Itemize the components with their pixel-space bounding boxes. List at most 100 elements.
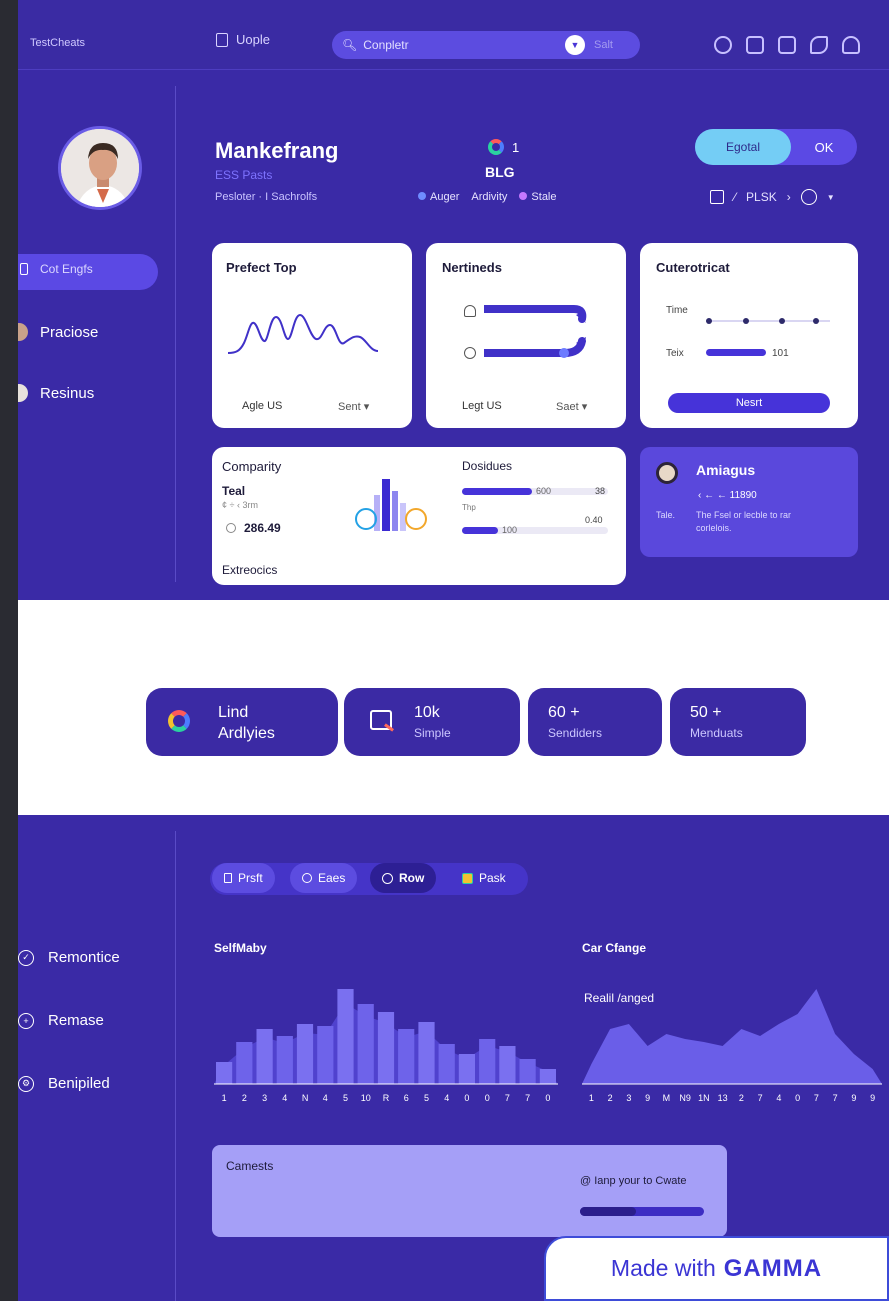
stat-card[interactable]: 60 + Sendiders (528, 688, 662, 756)
card-title: Comparity (222, 459, 282, 474)
tag-activity[interactable]: Ardivity (471, 191, 507, 203)
tag-stale[interactable]: Stale (519, 191, 557, 203)
dosidues-bar-1 (462, 488, 532, 495)
chevron-down-icon: ▾ (581, 401, 588, 413)
x-tick-label: 7 (814, 1093, 819, 1103)
x-tick-label: R (383, 1093, 390, 1103)
tag-list: Auger Ardivity Stale (418, 191, 557, 203)
chip-eaes[interactable]: Eaes (290, 863, 358, 893)
row-label-time: Time (666, 305, 688, 316)
stat-card[interactable]: Lind Ardlyies (146, 688, 338, 756)
breadcrumb-item[interactable]: PLSK (746, 190, 777, 204)
card-title: Amiagus (696, 462, 756, 478)
people-nav[interactable]: Uople (216, 32, 270, 47)
tag-label: Auger (430, 191, 460, 203)
building-icon[interactable] (710, 190, 724, 204)
card-nertineds[interactable]: Nertineds Legt US Saet ▾ (426, 243, 626, 428)
ring-icon (488, 139, 504, 155)
chip-prsft[interactable]: Prsft (212, 863, 275, 893)
card-subtitle: Teal (222, 484, 246, 498)
chip-row-active[interactable]: Row (370, 863, 437, 893)
card-text: The Fsel or lecble to rar (696, 510, 792, 520)
sidebar-item-benipiled[interactable]: ⚙ Benipiled (18, 1075, 110, 1092)
x-tick-label: 7 (525, 1093, 530, 1103)
chevron-down-icon[interactable]: ▼ (565, 35, 585, 55)
x-tick-label: 3 (262, 1093, 267, 1103)
chart-bar (418, 1022, 435, 1084)
x-tick-label: 0 (795, 1093, 800, 1103)
user-icon[interactable] (842, 36, 860, 54)
card-cuterotricat[interactable]: Cuterotricat Time Teix 101 Nesrt (640, 243, 858, 428)
card-subtitle: ‹ ← ← 11890 (698, 490, 757, 501)
chart-bar (256, 1029, 273, 1084)
x-tick-label: 4 (444, 1093, 449, 1103)
trend-arrows (484, 305, 587, 358)
card-footer-left: Agle US (242, 400, 283, 412)
x-tick-label: 2 (739, 1093, 744, 1103)
save-dropdown[interactable]: Saet ▾ (556, 400, 587, 413)
card-comparity[interactable]: Comparity Teal ¢ ÷ ‹ 3rm 286.49 Extreoci… (212, 447, 626, 585)
tag-auger[interactable]: Auger (418, 191, 459, 203)
chart-bar (276, 1036, 293, 1084)
toggle-option-egotal[interactable]: Egotal (695, 129, 791, 165)
card-label: Tale. (656, 510, 676, 520)
clock-menu-icon[interactable] (800, 189, 817, 205)
progress-card[interactable]: Camests @ Ianp your to Cwate (212, 1145, 727, 1237)
stat-card[interactable]: 50 + Menduats (670, 688, 806, 756)
x-tick-label: 7 (833, 1093, 838, 1103)
dosidues-value-2: 100 (502, 525, 518, 535)
x-tick-label: N (302, 1093, 309, 1103)
card-text-2: corlelois. (696, 523, 732, 533)
sidebar-item-remase[interactable]: + Remase (18, 1012, 104, 1029)
chip-label: Row (399, 871, 425, 885)
dosidues-right-2: 0.40 (585, 515, 603, 525)
card-title: Cuterotricat (656, 260, 730, 275)
search-input[interactable]: 🔍︎ Conpletr (342, 38, 409, 52)
sidebar-item-label: Remase (48, 1012, 104, 1029)
send-dropdown[interactable]: Sent ▾ (338, 400, 369, 413)
card-amiagus[interactable]: Amiagus ‹ ← ← 11890 Tale. The Fsel or le… (640, 447, 858, 557)
chip-label: Prsft (238, 871, 263, 885)
chevron-down-icon[interactable]: ▼ (827, 193, 835, 202)
check-circle-icon: ✓ (18, 949, 34, 966)
avatar[interactable] (58, 126, 142, 210)
profile-subtitle[interactable]: ESS Pasts (215, 168, 272, 182)
link-icon[interactable] (810, 36, 828, 54)
chip-pask[interactable]: Pask (450, 863, 518, 893)
stat-card[interactable]: 10k Simple (344, 688, 520, 756)
settings-icon[interactable] (714, 36, 732, 54)
x-tick-label: 7 (505, 1093, 510, 1103)
area-chart-car-change: 1 2 3 9 M N9 1N 13 2 7 4 0 7 7 9 9 (582, 988, 882, 1103)
dosidues-title: Dosidues (462, 459, 513, 473)
sidebar-divider (175, 86, 176, 582)
x-tick-label: 2 (242, 1093, 247, 1103)
profile-name: Mankefrang (215, 138, 339, 163)
users-icon (302, 873, 312, 883)
next-button[interactable]: Nesrt (668, 393, 830, 413)
x-tick-label: 0 (545, 1093, 550, 1103)
view-toggle[interactable]: Egotal OK (695, 129, 857, 165)
search-button[interactable]: Salt (594, 39, 613, 51)
made-with-gamma-badge[interactable]: Made with GAMMA (544, 1236, 889, 1301)
sidebar-item-settings[interactable]: Cot Engfs (20, 262, 93, 276)
sidebar-divider (175, 831, 176, 1301)
x-tick-label: 0 (464, 1093, 469, 1103)
search-icon: 🔍︎ (342, 38, 358, 52)
avatar[interactable] (656, 462, 678, 484)
sidebar-item-practice[interactable]: Praciose (18, 323, 98, 341)
x-tick-label: 1 (589, 1093, 594, 1103)
card-prefect-top[interactable]: Prefect Top Agle US Sent ▾ (212, 243, 412, 428)
search-value: Conpletr (363, 38, 409, 52)
breadcrumb: ⁄ PLSK › ▼ (710, 189, 835, 205)
toggle-option-ok[interactable]: OK (791, 129, 857, 165)
dashboard-top-section: TestCheats Uople 🔍︎ Conpletr ▼ Salt Cot … (18, 0, 889, 600)
x-tick-label: 9 (645, 1093, 650, 1103)
search-bar[interactable]: 🔍︎ Conpletr ▼ Salt (332, 31, 640, 59)
grid-icon[interactable] (746, 36, 764, 54)
chart-bar (458, 1054, 475, 1084)
hint-icon (464, 347, 476, 359)
sidebar-item-resinus[interactable]: Resinus (18, 384, 94, 402)
bar-chart-selfmaby: 1 2 3 4 N 4 5 10 R 6 5 4 0 0 7 7 0 (214, 989, 558, 1103)
document-icon[interactable] (778, 36, 796, 54)
sidebar-item-remontice[interactable]: ✓ Remontice (18, 949, 120, 966)
